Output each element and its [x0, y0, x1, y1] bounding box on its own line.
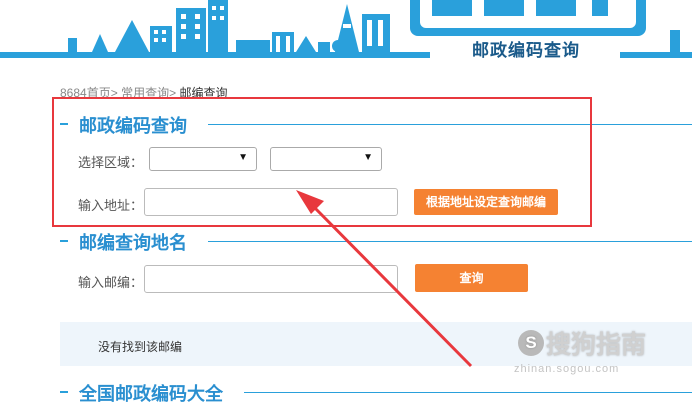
section-all-title: 全国邮政编码大全 [79, 384, 223, 405]
heading-dash [60, 391, 68, 393]
postcode-input[interactable] [144, 265, 398, 293]
heading-divider-line [208, 241, 692, 242]
heading-dash [60, 240, 68, 242]
watermark-text: 搜狗指南 [546, 331, 647, 359]
section-place-title: 邮编查询地名 [79, 233, 187, 254]
sogou-watermark: S 搜狗指南 [518, 325, 646, 361]
sogou-logo-icon: S [518, 330, 544, 356]
watermark-url: zhinan.sogou.com [514, 363, 620, 375]
section-all-heading: 全国邮政编码大全 [60, 380, 692, 405]
heading-divider-line [244, 392, 692, 393]
result-message: 没有找到该邮编 [98, 340, 183, 354]
query-button[interactable]: 查询 [415, 264, 528, 292]
postcode-label: 输入邮编： [78, 275, 144, 290]
red-highlight-box [52, 97, 592, 227]
header-banner: 邮政编码查询 [0, 0, 692, 66]
banner-title: 邮政编码查询 [472, 41, 580, 61]
section-place-heading: 邮编查询地名 [60, 229, 692, 254]
